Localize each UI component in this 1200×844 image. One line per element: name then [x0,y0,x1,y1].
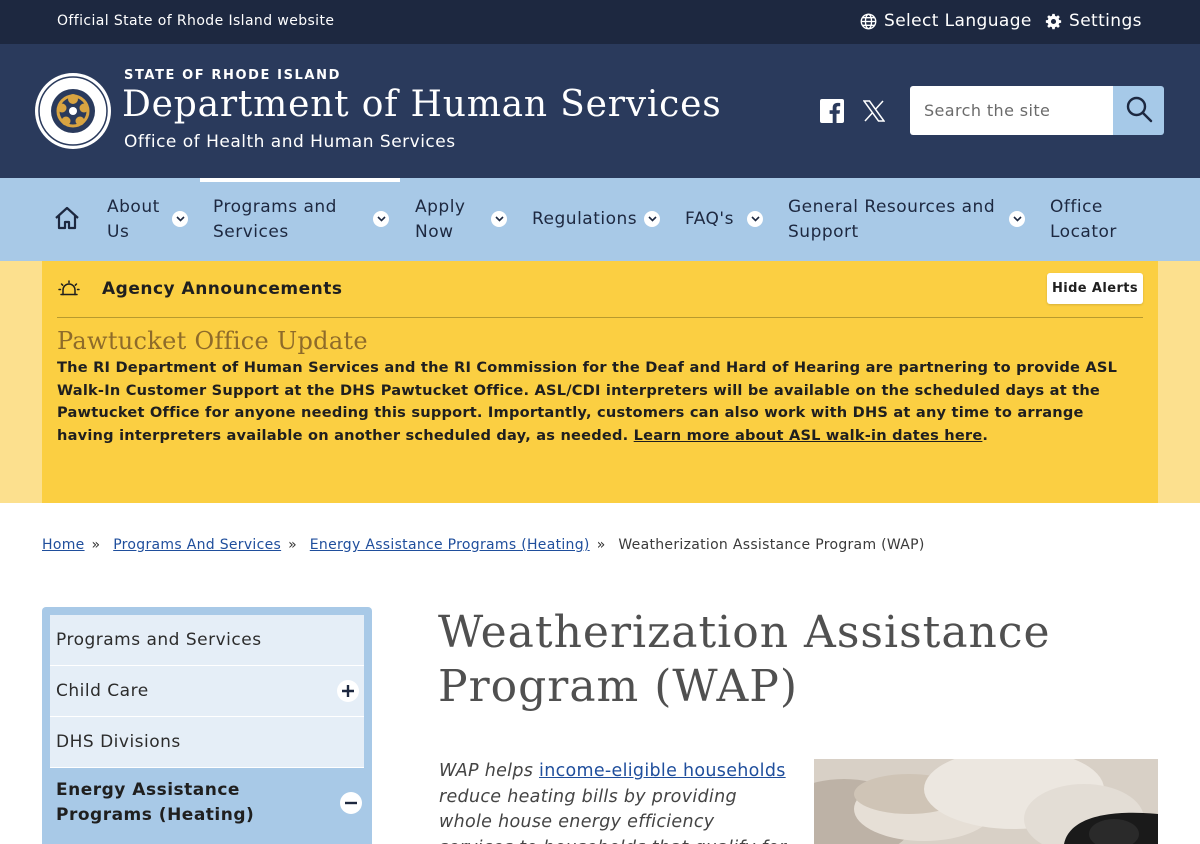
intro-paragraph: WAP helps income-eligible households red… [439,761,786,844]
site-search [910,86,1164,135]
search-button[interactable] [1113,86,1164,135]
select-language-button[interactable]: Select Language [860,11,1032,31]
search-icon [1125,95,1153,126]
alert-update-title: Pawtucket Office Update [57,327,368,355]
search-input[interactable] [910,86,1113,135]
breadcrumb-current: Weatherization Assistance Program (WAP) [618,537,925,553]
chevron-down-icon[interactable] [747,211,763,227]
nav-programs-and-services[interactable]: Programs and Services [213,178,337,261]
nav-office-locator[interactable]: Office Locator [1050,178,1117,261]
nav-about-us[interactable]: About Us [107,178,160,261]
hide-alerts-button[interactable]: Hide Alerts [1047,273,1143,304]
globe-icon [860,13,877,30]
sidebar-item-dhs-divisions[interactable]: DHS Divisions [50,717,364,768]
announcements-title: Agency Announcements [102,279,343,299]
official-site-text: Official State of Rhode Island website [57,13,335,29]
alert-bell-icon [58,279,80,305]
breadcrumb-programs[interactable]: Programs And Services [113,537,281,553]
settings-button[interactable]: Settings [1045,11,1142,31]
nav-apply-now[interactable]: Apply Now [415,178,466,261]
settings-label: Settings [1069,11,1142,31]
state-label: STATE OF RHODE ISLAND [124,68,341,83]
select-language-label: Select Language [884,11,1032,31]
site-header: STATE OF RHODE ISLAND Department of Huma… [0,44,1200,178]
department-title[interactable]: Department of Human Services [122,84,722,125]
gear-icon [1045,13,1062,30]
alert-divider [57,317,1143,318]
sidebar-item-energy-assistance[interactable]: Energy Assistance Programs (Heating) [42,768,372,838]
facebook-icon[interactable] [820,99,844,127]
nav-regulations[interactable]: Regulations [532,178,637,261]
main-navigation: About Us Programs and Services Apply Now Re… [0,178,1200,261]
breadcrumb-energy[interactable]: Energy Assistance Programs (Heating) [310,537,590,553]
sidebar-nav: Programs and Services Child Care DHS Div… [42,607,372,844]
agency-announcements: Agency Announcements Hide Alerts Pawtuck… [42,261,1158,503]
page-title: Weatherization Assistance Program (WAP) [438,607,1051,712]
office-label: Office of Health and Human Services [124,132,456,152]
breadcrumb: Home» Programs And Services» Energy Assi… [42,537,925,553]
asl-walk-in-link[interactable]: Learn more about ASL walk-in dates here [634,427,983,444]
program-photo [814,759,1158,844]
plus-icon[interactable] [337,680,359,702]
chevron-down-icon[interactable] [1009,211,1025,227]
income-eligible-link[interactable]: income-eligible households [539,761,786,781]
chevron-down-icon[interactable] [491,211,507,227]
alert-message: The RI Department of Human Services and … [57,359,1118,444]
sidebar-item-child-care[interactable]: Child Care [50,666,364,717]
chevron-down-icon[interactable] [373,211,389,227]
home-icon[interactable] [54,206,80,234]
sidebar-item-programs-and-services[interactable]: Programs and Services [50,615,364,666]
chevron-down-icon[interactable] [172,211,188,227]
chevron-down-icon[interactable] [644,211,660,227]
dhs-seal-logo[interactable] [34,72,112,150]
nav-general-resources-and-support[interactable]: General Resources and Support [788,178,995,261]
breadcrumb-home[interactable]: Home [42,537,85,553]
x-twitter-icon[interactable] [862,100,886,126]
minus-icon[interactable] [340,792,362,814]
utility-bar: Official State of Rhode Island website S… [0,0,1200,44]
nav-faqs[interactable]: FAQ's [685,178,734,261]
